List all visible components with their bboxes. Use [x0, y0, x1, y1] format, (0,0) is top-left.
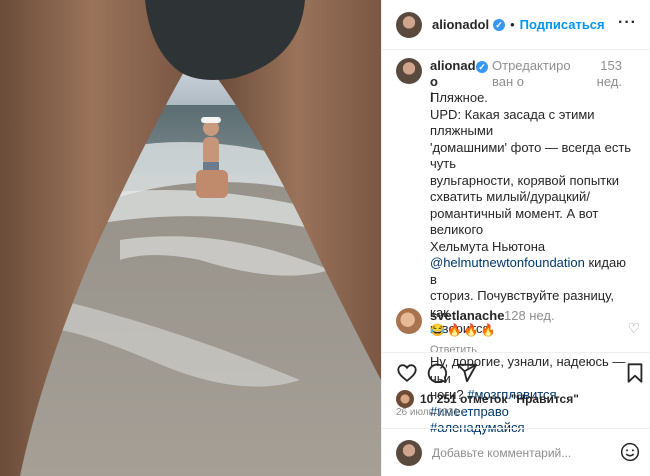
liker-avatar: [396, 390, 414, 408]
follow-button[interactable]: Подписаться: [520, 17, 605, 32]
heart-icon[interactable]: [396, 362, 418, 384]
comment-bubble-icon[interactable]: [426, 362, 448, 384]
more-horizontal-icon[interactable]: ···: [618, 14, 637, 32]
commenter-username[interactable]: svetlanache: [430, 308, 504, 323]
verified-badge-icon: ✓: [493, 18, 506, 31]
caption-line: 'домашними' фото — всегда есть чуть: [430, 139, 632, 172]
divider: [382, 428, 650, 429]
emoji-smile-icon[interactable]: [620, 442, 640, 465]
author-username[interactable]: alionadol: [432, 17, 489, 32]
add-comment-input[interactable]: [432, 446, 602, 460]
comment-age: 128 нед.: [504, 308, 555, 323]
caption-line: Хельмута Ньютона: [430, 238, 546, 254]
beach-photo-illustration: [0, 0, 381, 476]
share-send-icon[interactable]: [456, 362, 478, 384]
verified-badge-icon: ✓: [476, 61, 488, 73]
current-user-avatar: [396, 440, 422, 466]
action-bar: [396, 362, 646, 386]
likes-summary[interactable]: 10 251 отметок "Нравится": [396, 390, 579, 408]
mention-link[interactable]: @helmutnewtonfoundation: [430, 255, 585, 270]
likes-count-text[interactable]: 10 251 отметок "Нравится": [420, 392, 579, 406]
comment-like-heart-icon[interactable]: ♡: [627, 320, 640, 337]
caption-line: схватить милый/дурацкий/: [430, 189, 590, 204]
caption-line: UPD: Какая засада с этими пляжными: [430, 106, 595, 139]
caption-meta: ✓ Отредактирован о 153 нед.: [476, 58, 622, 90]
caption-line: Пляжное.: [430, 90, 488, 105]
post-photo[interactable]: [0, 0, 381, 476]
post-side-panel: alionadol ✓ • Подписаться ··· alionado l…: [381, 0, 650, 476]
separator-dot: •: [510, 17, 515, 32]
caption-mention-line: @helmutnewtonfoundation кидаю в: [430, 255, 634, 288]
caption-line: романтичный момент. А вот великого: [430, 205, 599, 238]
add-comment-bar: [396, 440, 646, 466]
divider: [382, 352, 650, 353]
edited-label: Отредактирован о: [492, 58, 571, 89]
bookmark-save-icon[interactable]: [624, 362, 646, 384]
post-header: alionadol ✓ • Подписаться ···: [382, 0, 650, 50]
comment-text: 😂🔥🔥🔥: [430, 323, 498, 337]
commenter-avatar[interactable]: [396, 308, 422, 334]
caption-age[interactable]: 153 нед.: [578, 58, 622, 90]
caption-line: вульгарности, корявой попытки: [430, 172, 620, 188]
author-avatar[interactable]: [396, 11, 422, 38]
caption-author-avatar[interactable]: [396, 58, 422, 84]
reply-button[interactable]: Ответить: [430, 344, 477, 356]
post-date: 26 июль 2021 г.: [396, 407, 467, 418]
caption-username-line1: alionado: [430, 58, 476, 89]
